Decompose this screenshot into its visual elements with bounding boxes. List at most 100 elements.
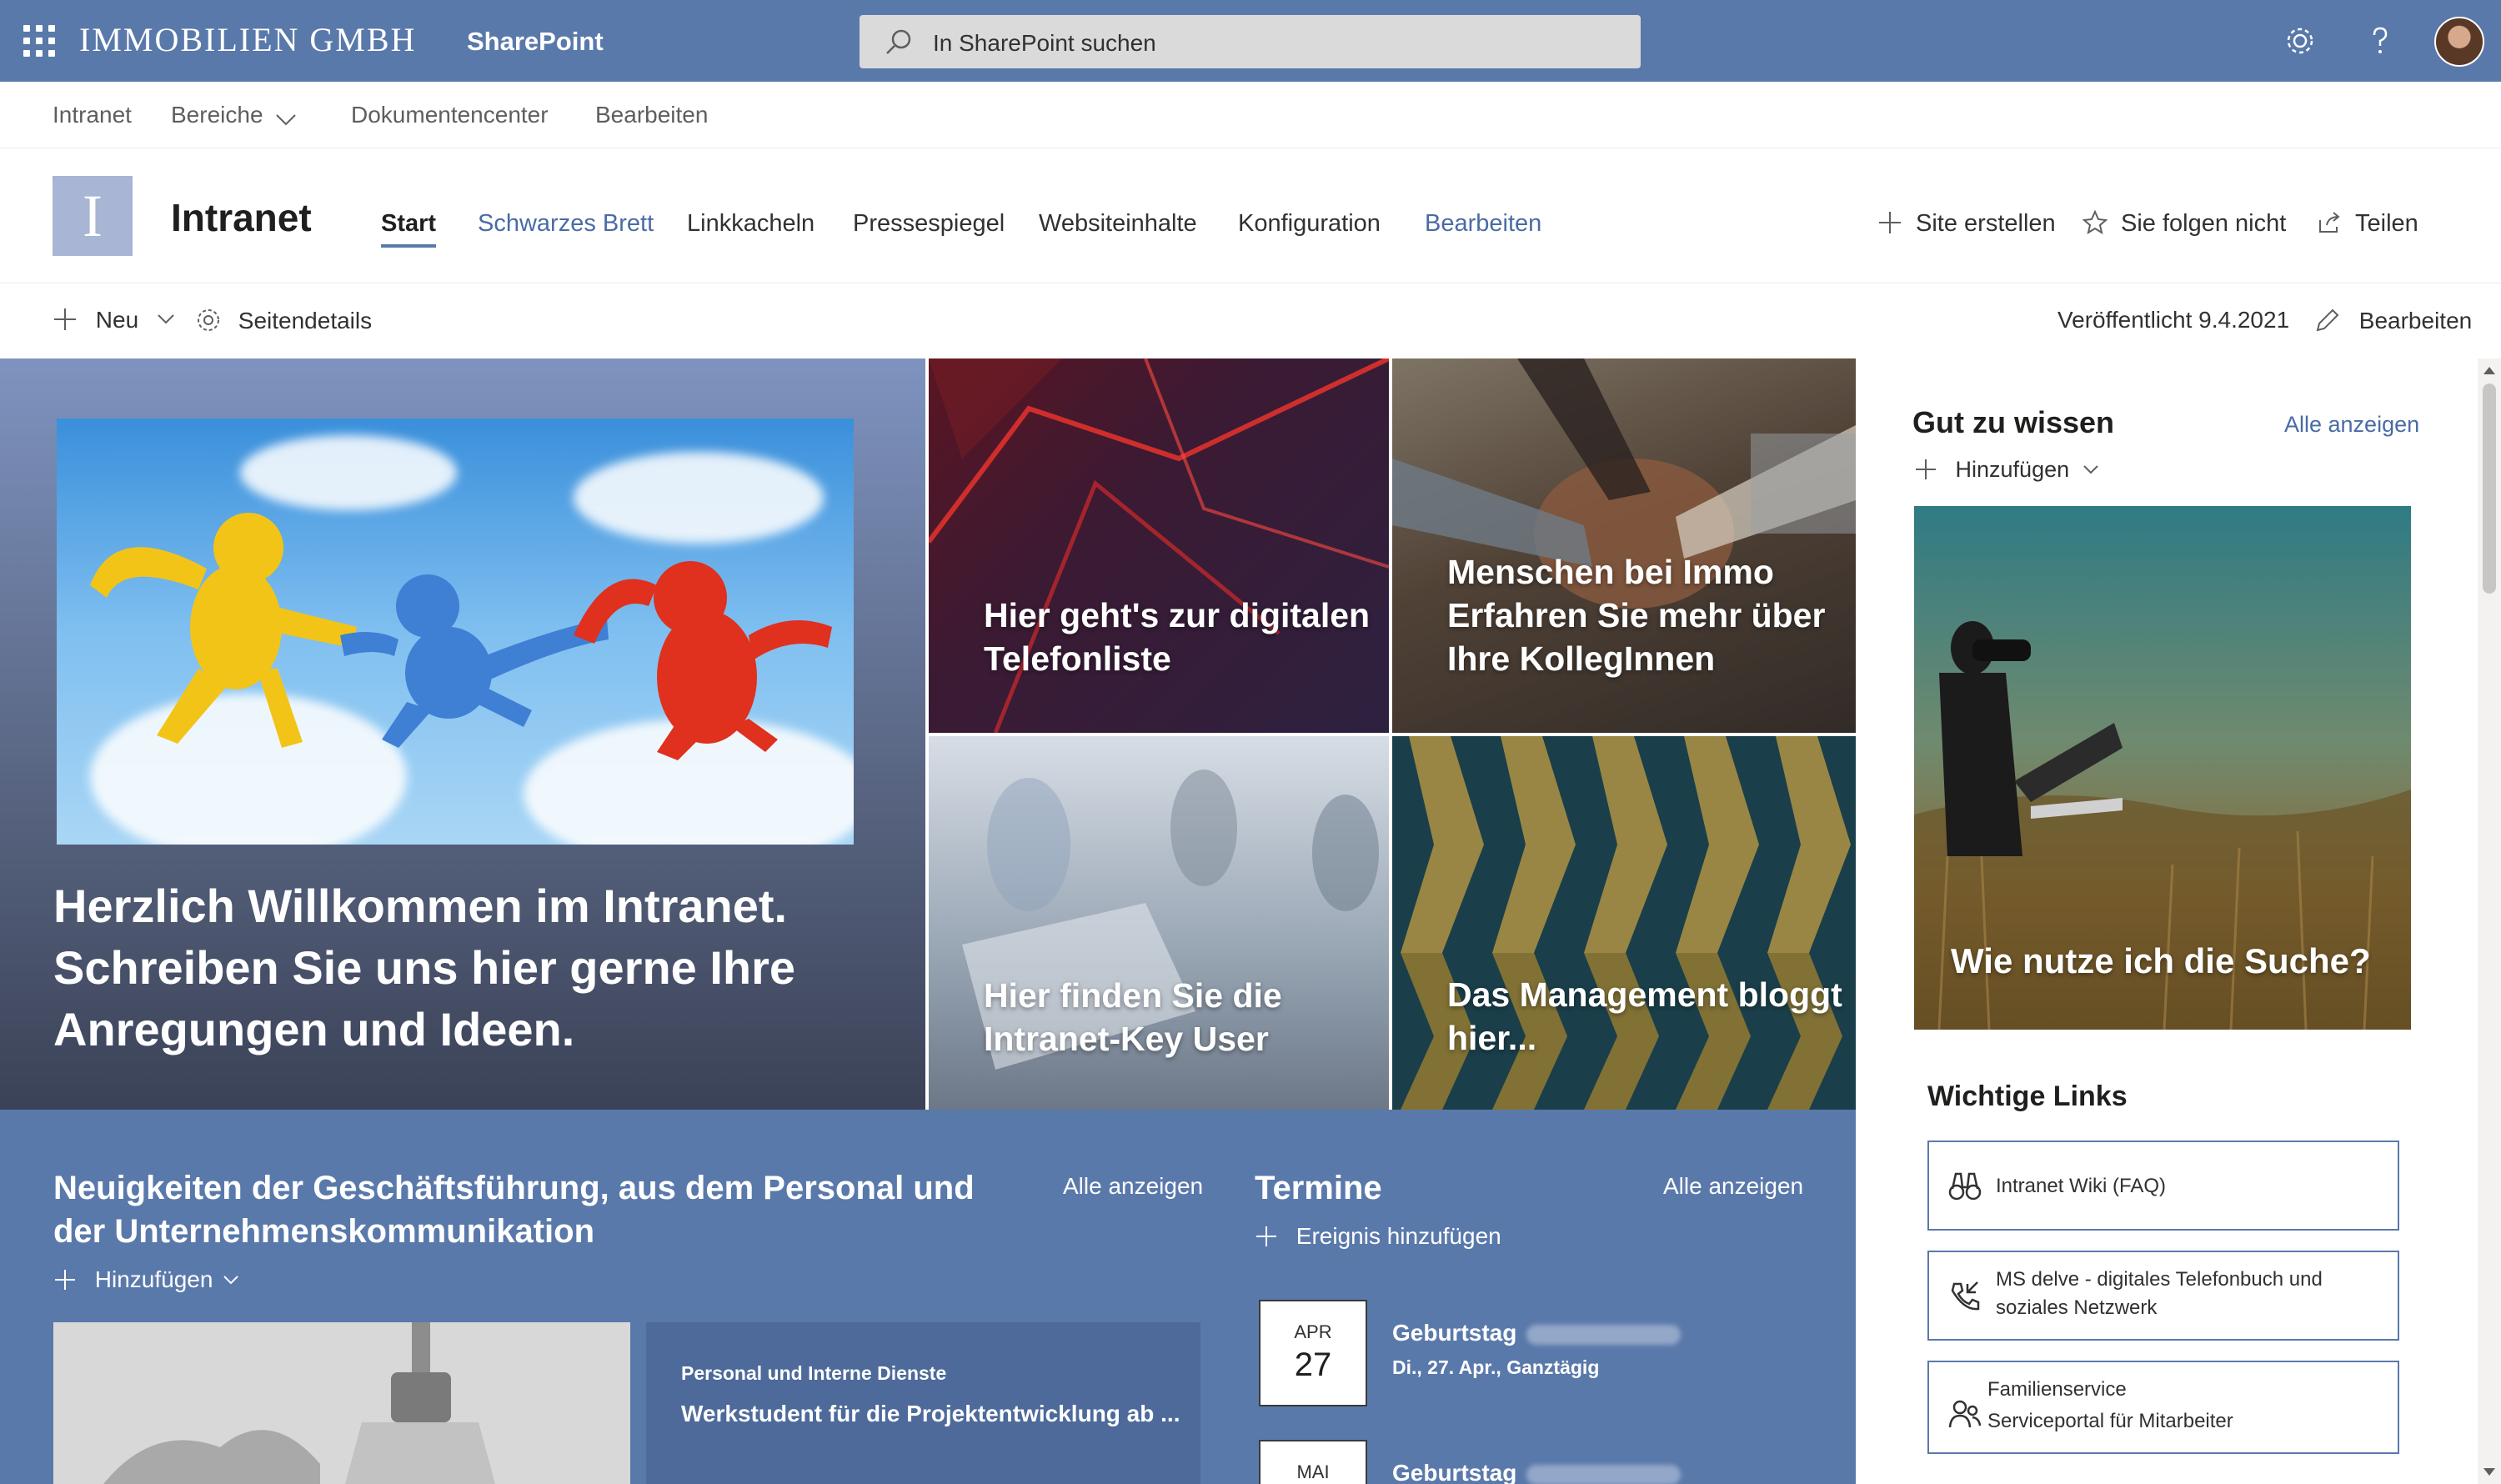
follow-button[interactable]: Sie folgen nicht [2082,210,2287,238]
redacted-name [1526,1324,1682,1345]
news-item-image[interactable] [53,1322,630,1484]
share-icon [2319,212,2340,233]
card-search-help[interactable]: Wie nutze ich die Suche? [1914,506,2411,1030]
site-title[interactable]: Intranet [171,195,312,240]
command-bar: Neu Seitendetails Veröffentlicht 9.4.202… [0,283,2501,358]
settings-icon[interactable] [2281,22,2319,60]
news-see-all[interactable]: Alle anzeigen [1063,1173,1203,1200]
news-title: Neuigkeiten der Geschäftsführung, aus de… [53,1170,975,1250]
news-item-headline: Werkstudent für die Projektentwicklung a… [681,1401,1180,1426]
good-to-know-add-label: Hinzufügen [1955,457,2070,482]
add-event-button[interactable]: Ereignis hinzufügen [1255,1223,1501,1250]
star-icon [2082,210,2108,235]
suite-bar: IMMOBILIEN GMBH SharePoint In SharePoint… [0,0,2501,82]
site-nav-schwarzes-brett[interactable]: Schwarzes Brett [478,210,654,238]
news-item-card[interactable]: Personal und Interne Dienste Werkstudent… [646,1322,1200,1484]
tile-telefonliste[interactable]: Hier geht's zur digitalen Telefonliste [929,358,1389,733]
help-icon[interactable] [2361,22,2399,60]
site-nav-websiteinhalte[interactable]: Websiteinhalte [1039,210,1197,238]
plus-icon [1256,1226,1276,1246]
waffle-icon[interactable] [23,25,55,57]
plus-icon [1879,212,1901,233]
events-title: Termine [1255,1170,1382,1206]
pencil-icon [2316,308,2339,332]
hub-nav-dokumentencenter[interactable]: Dokumentencenter [351,102,549,128]
create-site-button[interactable]: Site erstellen [1879,210,2056,238]
site-header: I Intranet Start Schwarzes Brett Linkkac… [0,148,2501,283]
site-nav-start[interactable]: Start [381,210,437,248]
new-label: Neu [95,307,139,333]
quicklink-delve[interactable]: MS delve - digitales Telefonbuch und soz… [1927,1251,2399,1341]
site-nav-bearbeiten[interactable]: Bearbeiten [1425,210,1541,238]
tile-key-user[interactable]: Hier finden Sie die Intranet-Key User [929,736,1389,1110]
plus-icon [55,1270,75,1290]
scroll-thumb[interactable] [2483,384,2496,594]
binoculars-icon [1948,1172,1982,1201]
quicklink-wiki-label: Intranet Wiki (FAQ) [1996,1175,2167,1197]
site-nav-linkkacheln[interactable]: Linkkacheln [687,210,814,238]
tile-menschen[interactable]: Menschen bei Immo Erfahren Sie mehr über… [1392,358,1856,733]
create-site-label: Site erstellen [1916,210,2056,237]
search-box[interactable]: In SharePoint suchen [860,15,1641,68]
site-nav-pressespiegel[interactable]: Pressespiegel [853,210,1005,238]
app-name[interactable]: SharePoint [467,27,604,57]
event-title-text: Geburtstag [1392,1460,1517,1484]
published-status: Veröffentlicht 9.4.2021 [2057,307,2290,333]
quicklink-familienservice-label: Familienservice [1987,1378,2127,1401]
search-input[interactable]: In SharePoint suchen [933,30,1156,57]
gear-icon [198,309,219,331]
scroll-down-icon[interactable] [2483,1468,2495,1476]
news-add-label: Hinzufügen [94,1266,213,1292]
event-day: 27 [1294,1346,1332,1383]
tile-management[interactable]: Das Management bloggt hier... [1392,736,1856,1110]
redacted-name [1526,1464,1682,1484]
hero-caption: Herzlich Willkommen im Intranet. Schreib… [53,880,796,1055]
event-title-text: Geburtstag [1392,1320,1517,1346]
scroll-up-icon[interactable] [2483,367,2495,374]
edit-page-button[interactable]: Bearbeiten [2314,307,2472,334]
hub-nav-bereiche[interactable]: Bereiche [171,102,263,128]
phone-icon [1951,1281,1980,1311]
card-search-help-caption: Wie nutze ich die Suche? [1951,941,2371,980]
hub-nav-intranet[interactable]: Intranet [53,102,132,128]
event-date-badge[interactable]: MAI [1259,1440,1367,1484]
news-events-section: Neuigkeiten der Geschäftsführung, aus de… [0,1110,1856,1484]
event-month: APR [1294,1321,1332,1342]
new-button[interactable]: Neu [53,307,175,333]
chevron-down-icon [2082,465,2098,474]
events-see-all[interactable]: Alle anzeigen [1663,1173,1803,1200]
edit-page-label: Bearbeiten [2358,308,2473,333]
chevron-down-icon [223,1276,238,1285]
plus-icon [1916,459,1936,479]
quicklink-familienservice[interactable]: Familienservice Serviceportal für Mitarb… [1927,1361,2399,1454]
chevron-down-icon[interactable] [275,113,297,127]
hero-main-tile[interactable]: Herzlich Willkommen im Intranet. Schreib… [0,358,925,1110]
chevron-down-icon [158,314,174,324]
org-name[interactable]: IMMOBILIEN GMBH [79,20,416,59]
add-event-label: Ereignis hinzufügen [1296,1223,1501,1249]
good-to-know-add-button[interactable]: Hinzufügen [1914,457,2099,483]
good-to-know-see-all[interactable]: Alle anzeigen [2284,412,2419,438]
quicklink-delve-label: MS delve - digitales Telefonbuch und soz… [1996,1268,2323,1319]
quicklink-wiki[interactable]: Intranet Wiki (FAQ) [1927,1141,2399,1231]
hub-navigation: Intranet Bereiche Dokumentencenter Bearb… [0,82,2501,148]
site-logo[interactable]: I [53,176,133,256]
share-button[interactable]: Teilen [2319,210,2418,238]
hub-nav-bearbeiten[interactable]: Bearbeiten [595,102,708,128]
page-details-button[interactable]: Seitendetails [195,307,372,334]
plus-icon [54,308,76,330]
search-icon [886,29,911,54]
follow-label: Sie folgen nicht [2121,210,2287,237]
tile-management-caption: Das Management bloggt hier... [1447,975,1842,1057]
good-to-know-title: Gut zu wissen [1912,405,2115,439]
event-month: MAI [1296,1461,1330,1482]
news-add-button[interactable]: Hinzufügen [53,1266,239,1293]
share-label: Teilen [2355,210,2418,237]
avatar[interactable] [2434,17,2484,67]
event-title[interactable]: Geburtstag [1392,1460,1682,1484]
site-nav-konfiguration[interactable]: Konfiguration [1238,210,1381,238]
event-title[interactable]: Geburtstag [1392,1320,1682,1346]
quicklink-familienservice-subtitle: Serviceportal für Mitarbeiter [1987,1410,2233,1432]
event-date-badge[interactable]: APR 27 [1259,1300,1367,1406]
page-scrollbar[interactable] [2478,358,2501,1484]
